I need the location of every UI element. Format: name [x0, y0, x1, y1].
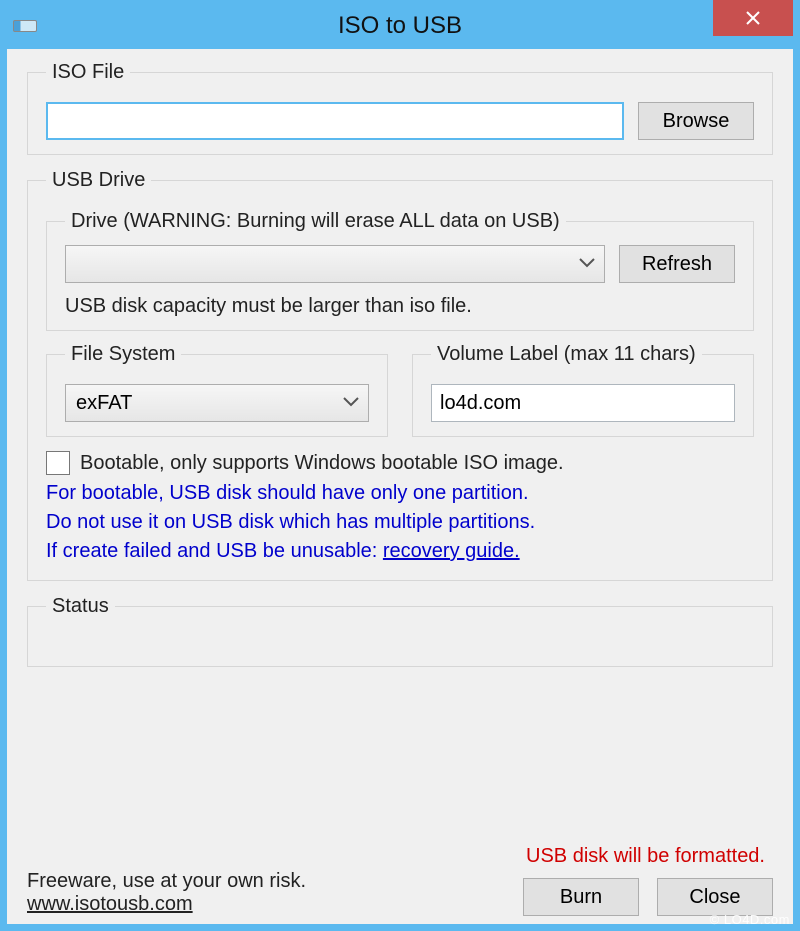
- hint-line-3: If create failed and USB be unusable:: [46, 540, 383, 562]
- format-warning: USB disk will be formatted.: [526, 845, 765, 868]
- bootable-hint: For bootable, USB disk should have only …: [46, 479, 754, 566]
- refresh-button[interactable]: Refresh: [619, 245, 735, 283]
- close-icon: [744, 9, 762, 27]
- iso-path-input[interactable]: [46, 102, 624, 140]
- content-area: ISO File Browse USB Drive Drive (WARNING…: [7, 49, 793, 924]
- drive-select[interactable]: [65, 245, 605, 283]
- volume-label-input[interactable]: [431, 384, 735, 422]
- usb-drive-legend: USB Drive: [46, 169, 151, 192]
- app-window: ISO to USB ISO File Browse USB Drive Dri…: [0, 0, 800, 931]
- file-system-group: File System exFAT: [46, 343, 388, 437]
- website-link[interactable]: www.isotousb.com: [27, 893, 193, 915]
- close-window-button[interactable]: [713, 0, 793, 36]
- iso-file-group: ISO File Browse: [27, 61, 773, 155]
- burn-button[interactable]: Burn: [523, 878, 639, 916]
- drive-select-group: Drive (WARNING: Burning will erase ALL d…: [46, 210, 754, 331]
- app-icon: [13, 20, 37, 32]
- titlebar: ISO to USB: [7, 7, 793, 45]
- footer: USB disk will be formatted. Freeware, us…: [27, 870, 773, 916]
- status-legend: Status: [46, 595, 115, 618]
- drive-select-legend: Drive (WARNING: Burning will erase ALL d…: [65, 210, 566, 233]
- bootable-label: Bootable, only supports Windows bootable…: [80, 452, 564, 475]
- bootable-checkbox[interactable]: [46, 451, 70, 475]
- close-button[interactable]: Close: [657, 878, 773, 916]
- volume-label-legend: Volume Label (max 11 chars): [431, 343, 702, 366]
- recovery-guide-link[interactable]: recovery guide.: [383, 540, 520, 562]
- volume-label-group: Volume Label (max 11 chars): [412, 343, 754, 437]
- hint-line-1: For bootable, USB disk should have only …: [46, 482, 529, 504]
- iso-file-legend: ISO File: [46, 61, 130, 84]
- status-group: Status: [27, 595, 773, 667]
- file-system-legend: File System: [65, 343, 181, 366]
- filesystem-select[interactable]: exFAT: [65, 384, 369, 422]
- browse-button[interactable]: Browse: [638, 102, 754, 140]
- window-title: ISO to USB: [7, 12, 793, 40]
- hint-line-2: Do not use it on USB disk which has mult…: [46, 511, 535, 533]
- usb-drive-group: USB Drive Drive (WARNING: Burning will e…: [27, 169, 773, 581]
- capacity-note: USB disk capacity must be larger than is…: [65, 295, 735, 318]
